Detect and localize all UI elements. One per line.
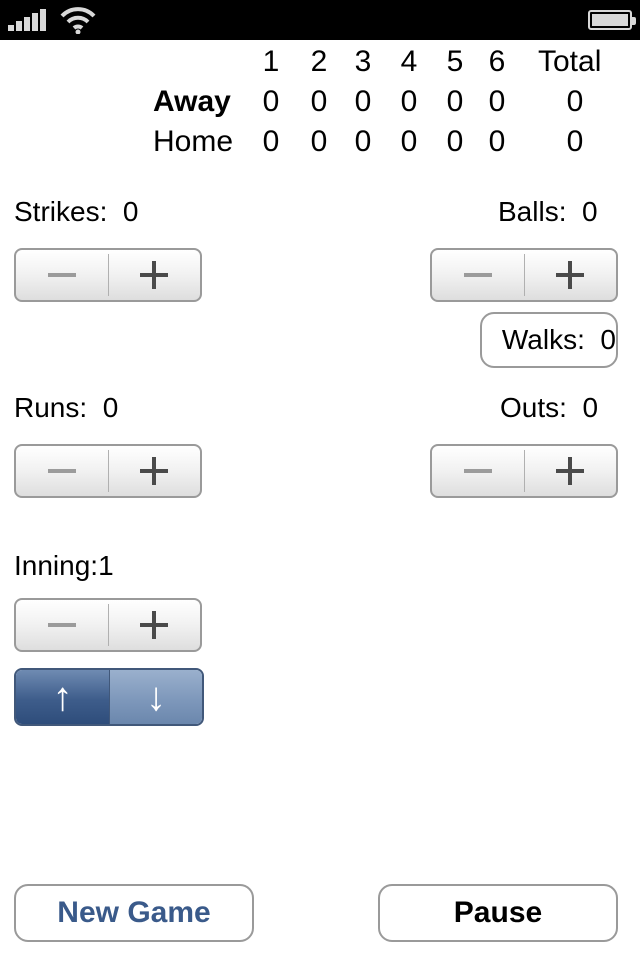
home-score-3: 0: [354, 125, 372, 158]
walks-label: Walks:: [501, 324, 585, 355]
runs-decrement-button[interactable]: [16, 446, 108, 496]
inning-value: 1: [98, 550, 114, 581]
inning-label: Inning:: [14, 550, 99, 581]
balls-increment-button[interactable]: [524, 250, 616, 300]
home-label: Home: [153, 125, 234, 158]
balls-counter: Balls: 0: [498, 195, 598, 229]
outs-counter: Outs: 0: [500, 391, 598, 425]
signal-strength-icon: [8, 9, 48, 31]
pause-button[interactable]: Pause: [378, 884, 618, 942]
home-score-1: 0: [262, 125, 280, 158]
balls-label: Balls:: [498, 196, 567, 227]
runs-value: 0: [102, 392, 119, 423]
new-game-button[interactable]: New Game: [14, 884, 254, 942]
status-bar: [0, 0, 640, 40]
away-score-2: 0: [310, 85, 328, 118]
battery-icon: [588, 10, 636, 30]
balls-value: 0: [582, 196, 598, 227]
wifi-icon: [60, 7, 96, 34]
total-header: Total: [538, 45, 602, 78]
away-score-5: 0: [446, 85, 464, 118]
runs-increment-button[interactable]: [108, 446, 200, 496]
away-score-1: 0: [262, 85, 280, 118]
strikes-increment-button[interactable]: [108, 250, 200, 300]
away-score-3: 0: [354, 85, 372, 118]
inning-stepper[interactable]: [14, 598, 202, 652]
minus-icon: [48, 469, 76, 473]
outs-stepper[interactable]: [430, 444, 618, 498]
walks-value: 0: [600, 324, 616, 355]
away-score-6: 0: [488, 85, 506, 118]
inning-header-3: 3: [354, 45, 372, 78]
bottom-half-button[interactable]: ↓: [109, 670, 202, 724]
inning-header-5: 5: [446, 45, 464, 78]
strikes-counter: Strikes: 0: [14, 195, 139, 229]
inning-header-6: 6: [488, 45, 506, 78]
strikes-decrement-button[interactable]: [16, 250, 108, 300]
balls-decrement-button[interactable]: [432, 250, 524, 300]
runs-counter: Runs: 0: [14, 391, 118, 425]
home-score-4: 0: [400, 125, 418, 158]
outs-decrement-button[interactable]: [432, 446, 524, 496]
away-total: 0: [566, 85, 584, 118]
inning-decrement-button[interactable]: [16, 600, 108, 650]
plus-icon: [140, 457, 168, 485]
away-score-4: 0: [400, 85, 418, 118]
outs-value: 0: [582, 392, 599, 423]
minus-icon: [48, 623, 76, 627]
away-label: Away: [153, 85, 231, 118]
balls-stepper[interactable]: [430, 248, 618, 302]
minus-icon: [464, 469, 492, 473]
inning-header-1: 1: [262, 45, 280, 78]
strikes-value: 0: [122, 196, 139, 227]
walks-badge[interactable]: Walks: 0: [480, 312, 618, 368]
plus-icon: [556, 261, 584, 289]
runs-stepper[interactable]: [14, 444, 202, 498]
arrow-down-icon: ↓: [146, 674, 166, 719]
strikes-label: Strikes:: [14, 196, 108, 227]
runs-label: Runs:: [14, 392, 88, 423]
home-total: 0: [566, 125, 584, 158]
strikes-stepper[interactable]: [14, 248, 202, 302]
minus-icon: [48, 273, 76, 277]
minus-icon: [464, 273, 492, 277]
top-half-button[interactable]: ↑: [16, 670, 109, 724]
inning-counter: Inning:1: [14, 549, 114, 583]
inning-increment-button[interactable]: [108, 600, 200, 650]
inning-header-4: 4: [400, 45, 418, 78]
home-score-6: 0: [488, 125, 506, 158]
outs-label: Outs:: [500, 392, 567, 423]
plus-icon: [556, 457, 584, 485]
home-score-5: 0: [446, 125, 464, 158]
half-inning-toggle[interactable]: ↑ ↓: [14, 668, 204, 726]
outs-increment-button[interactable]: [524, 446, 616, 496]
plus-icon: [140, 611, 168, 639]
arrow-up-icon: ↑: [52, 674, 73, 719]
home-score-2: 0: [310, 125, 328, 158]
plus-icon: [140, 261, 168, 289]
inning-header-2: 2: [310, 45, 328, 78]
